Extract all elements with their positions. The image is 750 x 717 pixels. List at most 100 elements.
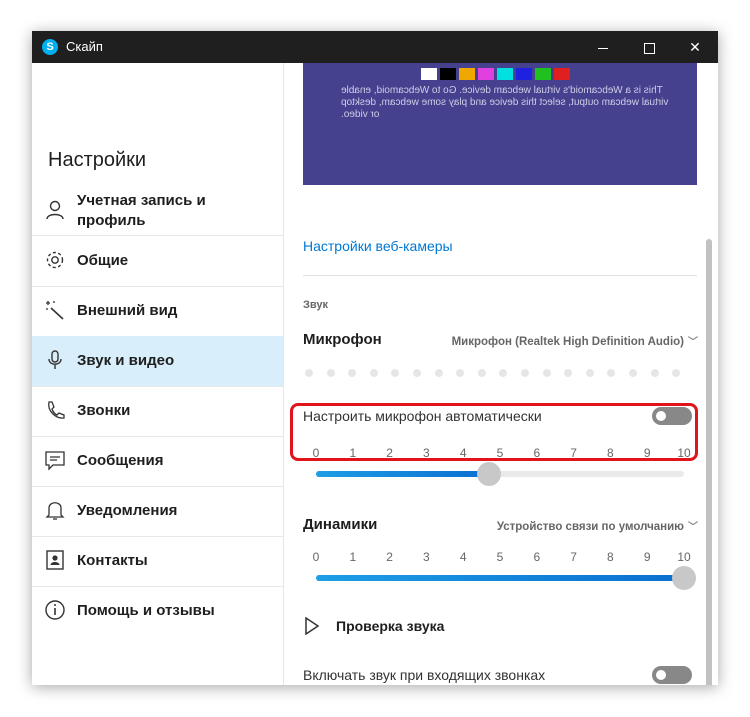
mic-level-dot bbox=[434, 369, 443, 377]
webcam-settings-link[interactable]: Настройки веб-камеры bbox=[303, 238, 453, 254]
phone-icon bbox=[48, 401, 65, 419]
minimize-icon bbox=[598, 47, 608, 49]
highlight-box bbox=[290, 403, 698, 461]
mic-level-dot bbox=[413, 369, 421, 377]
close-icon: ✕ bbox=[689, 39, 701, 55]
color-swatch bbox=[535, 68, 551, 80]
sidebar-item-label: Звонки bbox=[77, 402, 131, 419]
scale-tick-label: 5 bbox=[496, 550, 504, 564]
speakers-volume-slider[interactable] bbox=[316, 566, 696, 590]
chevron-down-icon: ﹀ bbox=[688, 522, 698, 533]
incoming-ring-toggle[interactable] bbox=[652, 666, 692, 684]
sidebar-item-calls[interactable]: Звонки bbox=[32, 386, 283, 437]
speakers-device-value: Устройство связи по умолчанию bbox=[496, 521, 684, 533]
scale-tick-label: 8 bbox=[607, 550, 614, 564]
sidebar-item-label: Внешний вид bbox=[77, 302, 178, 319]
mic-level-dot bbox=[477, 369, 486, 377]
magic-wand-icon bbox=[46, 301, 64, 320]
scale-tick-label: 1 bbox=[349, 550, 357, 564]
toggle-knob bbox=[656, 670, 666, 680]
mic-level-dot bbox=[305, 369, 313, 377]
color-swatches bbox=[421, 67, 573, 80]
microphone-volume-slider[interactable] bbox=[316, 462, 684, 486]
info-icon bbox=[45, 600, 65, 620]
gear-icon bbox=[46, 251, 64, 269]
sidebar-item-label: Звук и видео bbox=[77, 352, 175, 369]
speakers-device-select[interactable]: Устройство связи по умолчанию ﹀ bbox=[497, 518, 698, 533]
settings-content: This is a Webcamoid's virtual webcam dev… bbox=[284, 63, 718, 685]
mic-level-dot bbox=[607, 369, 616, 377]
sidebar-item-audio-video[interactable]: Звук и видео bbox=[32, 336, 283, 387]
webcam-preview: This is a Webcamoid's virtual webcam dev… bbox=[303, 63, 697, 185]
mic-level-dot bbox=[650, 369, 659, 377]
sidebar-item-messages[interactable]: Сообщения bbox=[32, 436, 283, 487]
color-swatch bbox=[497, 68, 513, 80]
mic-level-dot bbox=[456, 369, 465, 377]
sidebar-item-label: Учетная запись и профиль bbox=[77, 192, 206, 229]
scale-tick-label: 7 bbox=[570, 550, 577, 564]
close-button[interactable]: ✕ bbox=[672, 31, 718, 63]
scale-tick-label: 4 bbox=[459, 550, 467, 564]
minimize-button[interactable] bbox=[580, 31, 626, 63]
scale-tick-label: 3 bbox=[423, 550, 430, 564]
sidebar-item-appearance[interactable]: Внешний вид bbox=[32, 286, 283, 337]
sidebar-item-general[interactable]: Общие bbox=[32, 236, 283, 287]
webcam-preview-text: This is a Webcamoid's virtual webcam dev… bbox=[341, 85, 669, 120]
color-swatch bbox=[459, 68, 475, 80]
title-bar: S Скайп ✕ bbox=[32, 31, 718, 63]
mic-level-dot bbox=[499, 369, 508, 377]
bell-icon bbox=[45, 502, 65, 520]
play-icon bbox=[305, 617, 320, 635]
scale-tick-label: 6 bbox=[533, 550, 541, 564]
scale-tick-label: 9 bbox=[643, 550, 651, 564]
mic-level-dot bbox=[629, 369, 637, 377]
scale-tick-label: 10 bbox=[677, 550, 691, 564]
color-swatch bbox=[440, 68, 456, 80]
microphone-device-value: Микрофон (Realtek High Definition Audio) bbox=[451, 336, 684, 348]
mic-level-dot bbox=[348, 369, 357, 377]
microphone-volume-knob[interactable] bbox=[476, 462, 501, 486]
mic-level-dot bbox=[672, 369, 681, 377]
sidebar-heading: Настройки bbox=[48, 149, 147, 171]
sidebar-item-label: Общие bbox=[77, 252, 129, 269]
skype-window: S Скайп ✕ Настройки Учетная запись и про… bbox=[32, 31, 718, 685]
sidebar-item-notifications[interactable]: Уведомления bbox=[32, 486, 283, 537]
chat-icon bbox=[45, 451, 65, 471]
mic-level-dot bbox=[391, 369, 400, 377]
maximize-icon bbox=[643, 42, 655, 54]
sidebar-item-account[interactable]: Учетная запись и профиль bbox=[32, 185, 283, 236]
content-scrollbar[interactable] bbox=[706, 239, 712, 685]
sound-section-label: Звук bbox=[303, 299, 329, 311]
speakers-volume-knob[interactable] bbox=[672, 566, 696, 590]
sidebar-item-help[interactable]: Помощь и отзывы bbox=[32, 586, 283, 636]
mic-level-dot bbox=[369, 369, 378, 377]
settings-sidebar: Настройки Учетная запись и профиль Общие… bbox=[32, 63, 284, 685]
person-icon bbox=[46, 200, 64, 220]
mic-level-dot bbox=[564, 369, 573, 377]
window-title: Скайп bbox=[66, 39, 103, 54]
color-swatch bbox=[516, 68, 532, 80]
color-swatch bbox=[554, 68, 570, 80]
test-sound-label: Проверка звука bbox=[336, 618, 445, 634]
microphone-volume-fill bbox=[316, 471, 489, 477]
speakers-volume-scale: 0 1 2 3 4 5 6 7 8 9 10 bbox=[313, 550, 694, 566]
mic-level-dot bbox=[542, 369, 551, 377]
divider bbox=[303, 275, 697, 276]
scale-tick-label: 0 bbox=[312, 550, 320, 564]
sidebar-item-label: Сообщения bbox=[77, 452, 164, 469]
maximize-button[interactable] bbox=[626, 31, 672, 63]
scale-tick-label: 2 bbox=[386, 550, 393, 564]
sidebar-item-label: Контакты bbox=[77, 552, 148, 569]
mic-level-dot bbox=[326, 369, 335, 377]
sidebar-item-label: Уведомления bbox=[77, 502, 178, 519]
color-swatch bbox=[478, 68, 494, 80]
speakers-volume-fill bbox=[316, 575, 684, 581]
microphone-icon bbox=[48, 350, 62, 369]
sidebar-item-contacts[interactable]: Контакты bbox=[32, 536, 283, 587]
mic-level-dot bbox=[585, 369, 594, 377]
microphone-device-select[interactable]: Микрофон (Realtek High Definition Audio)… bbox=[452, 333, 698, 348]
contacts-icon bbox=[46, 550, 64, 570]
color-swatch bbox=[421, 68, 437, 80]
sidebar-item-label: Помощь и отзывы bbox=[77, 602, 215, 619]
microphone-title: Микрофон bbox=[303, 331, 382, 348]
